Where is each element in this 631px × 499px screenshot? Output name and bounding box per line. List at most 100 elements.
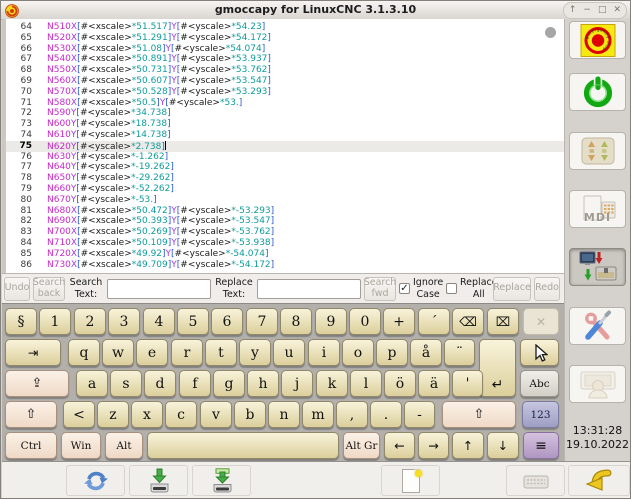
gcode-editor[interactable]: 64N510X[#<xscale>*51.517]Y[#<yscale>*54.…	[2, 19, 564, 273]
key-comma[interactable]: ,	[336, 401, 368, 428]
key-win[interactable]: Win	[61, 432, 101, 459]
key-o-umlaut[interactable]: ö	[384, 370, 416, 397]
code-line[interactable]: 74N610Y[#<yscale>*14.738]	[6, 130, 564, 141]
key-8[interactable]: 8	[280, 308, 312, 335]
key-a-umlaut[interactable]: ä	[418, 370, 450, 397]
code-line[interactable]: 83N700X[#<xscale>*50.269]Y[#<yscale>*-53…	[6, 227, 564, 238]
key-close-keyboard[interactable]: ✕	[523, 308, 559, 335]
key-r[interactable]: r	[171, 339, 203, 366]
key-6[interactable]: 6	[211, 308, 243, 335]
checkbox-unchecked-icon[interactable]	[446, 283, 457, 294]
key-2[interactable]: 2	[74, 308, 106, 335]
key-space[interactable]	[147, 432, 339, 459]
code-line[interactable]: 71N580X[#<xscale>*50.5]Y[#<yscale>*53.]	[6, 98, 564, 109]
keyboard-toggle-button[interactable]	[506, 465, 565, 496]
search-input[interactable]	[107, 279, 211, 299]
replace-all-checkbox[interactable]: Replace All	[446, 277, 490, 300]
code-line[interactable]: 81N680X[#<xscale>*50.472]Y[#<yscale>*-53…	[6, 206, 564, 217]
key-n[interactable]: n	[268, 401, 300, 428]
shade-icon[interactable]: ↑	[569, 3, 577, 18]
key-menu[interactable]: ≡	[523, 432, 559, 459]
code-line[interactable]: 66N530X[#<xscale>*51.08]Y[#<yscale>*54.0…	[6, 44, 564, 55]
replace-input[interactable]	[257, 279, 361, 299]
reload-button[interactable]	[66, 465, 125, 496]
key-a[interactable]: a	[76, 370, 108, 397]
key-alt[interactable]: Alt	[105, 432, 143, 459]
scrollbar-thumb[interactable]	[545, 27, 556, 38]
code-line[interactable]: 77N640Y[#<yscale>*-19.262]	[6, 162, 564, 173]
key-plus[interactable]: +	[383, 308, 415, 335]
key-less-than[interactable]: <	[63, 401, 95, 428]
code-line[interactable]: 70N570X[#<xscale>*50.528]Y[#<yscale>*53.…	[6, 87, 564, 98]
power-button[interactable]	[569, 73, 626, 111]
key-k[interactable]: k	[316, 370, 348, 397]
key-w[interactable]: w	[102, 339, 134, 366]
user-mode-button[interactable]	[569, 365, 626, 403]
key-arrow-up[interactable]: ↑	[452, 432, 484, 459]
code-line[interactable]: 80N670Y[#<yscale>*-53.]	[6, 195, 564, 206]
edit-mode-button[interactable]	[569, 248, 626, 286]
back-button[interactable]	[568, 465, 630, 496]
code-line[interactable]: 86N730X[#<xscale>*49.709]Y[#<yscale>*-54…	[6, 260, 564, 271]
code-line[interactable]: 64N510X[#<xscale>*51.517]Y[#<yscale>*54.…	[6, 22, 564, 33]
key-1[interactable]: 1	[39, 308, 71, 335]
save-button[interactable]	[129, 465, 188, 496]
key-5[interactable]: 5	[177, 308, 209, 335]
key-backspace[interactable]: ⌫	[452, 308, 484, 335]
key-shift-left[interactable]: ⇧	[5, 401, 57, 428]
replace-button[interactable]: Replace	[493, 277, 531, 301]
search-back-button[interactable]: Search back	[33, 277, 65, 301]
key-pointer[interactable]	[520, 339, 559, 366]
settings-button[interactable]	[569, 307, 626, 345]
key-m[interactable]: m	[302, 401, 334, 428]
close-icon[interactable]: ✕	[613, 3, 621, 18]
key-4[interactable]: 4	[143, 308, 175, 335]
key-diaeresis[interactable]: ¨	[444, 339, 475, 366]
minimize-icon[interactable]: −	[583, 3, 591, 18]
key-z[interactable]: z	[97, 401, 129, 428]
search-fwd-button[interactable]: Search fwd	[364, 277, 396, 301]
mdi-mode-button[interactable]: MDI	[569, 190, 626, 228]
key-f[interactable]: f	[179, 370, 211, 397]
key-enter[interactable]: ↵	[479, 339, 516, 397]
key-l[interactable]: l	[350, 370, 382, 397]
manual-mode-button[interactable]	[569, 132, 626, 170]
key-tab[interactable]: ⇥	[5, 339, 61, 366]
key-shift-right[interactable]: ⇧	[442, 401, 516, 428]
key-p[interactable]: p	[376, 339, 408, 366]
key-a-ring[interactable]: å	[410, 339, 442, 366]
key-g[interactable]: g	[213, 370, 245, 397]
key-y[interactable]: y	[239, 339, 271, 366]
key-d[interactable]: d	[144, 370, 176, 397]
key-apostrophe[interactable]: '	[452, 370, 483, 397]
key-period[interactable]: .	[370, 401, 402, 428]
key-9[interactable]: 9	[315, 308, 347, 335]
key-x[interactable]: x	[131, 401, 163, 428]
code-line[interactable]: 68N550X[#<xscale>*50.731]Y[#<yscale>*53.…	[6, 65, 564, 76]
key-123[interactable]: 123	[522, 401, 559, 428]
code-line[interactable]: 84N710X[#<xscale>*50.109]Y[#<yscale>*-53…	[6, 238, 564, 249]
key-ctrl[interactable]: Ctrl	[5, 432, 57, 459]
key-j[interactable]: j	[281, 370, 313, 397]
key-b[interactable]: b	[234, 401, 266, 428]
new-file-button[interactable]	[381, 465, 440, 496]
code-line[interactable]: 75N620Y[#<yscale>*2.738]	[6, 141, 564, 152]
code-line[interactable]: 69N560X[#<xscale>*50.607]Y[#<yscale>*53.…	[6, 76, 564, 87]
code-line[interactable]: 82N690X[#<xscale>*50.393]Y[#<yscale>*-53…	[6, 216, 564, 227]
estop-button[interactable]: Emergency stop	[569, 21, 626, 59]
key-t[interactable]: t	[205, 339, 237, 366]
key-abc[interactable]: Abc	[520, 370, 559, 397]
code-line[interactable]: 67N540X[#<xscale>*50.891]Y[#<yscale>*53.…	[6, 54, 564, 65]
key-h[interactable]: h	[247, 370, 279, 397]
key-minus[interactable]: -	[404, 401, 435, 428]
redo-button[interactable]: Redo	[534, 277, 560, 301]
ignore-case-checkbox[interactable]: ✓ Ignore Case	[399, 277, 443, 300]
key-acute-accent[interactable]: ´	[418, 308, 450, 335]
code-line[interactable]: 73N600Y[#<yscale>*18.738]	[6, 119, 564, 130]
key-o[interactable]: o	[342, 339, 374, 366]
code-line[interactable]: 72N590Y[#<yscale>*34.738]	[6, 108, 564, 119]
key-v[interactable]: v	[200, 401, 232, 428]
code-line[interactable]: 78N650Y[#<yscale>*-29.262]	[6, 173, 564, 184]
key-section-sign[interactable]: §	[5, 308, 37, 335]
key-altgr[interactable]: Alt Gr	[343, 432, 380, 459]
